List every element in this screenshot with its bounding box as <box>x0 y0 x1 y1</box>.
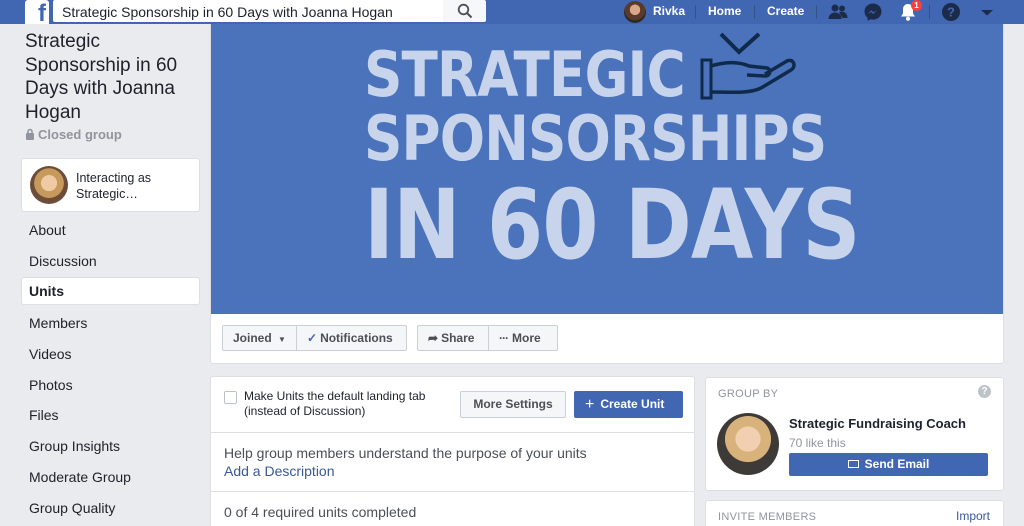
import-link[interactable]: Import <box>956 509 990 523</box>
send-email-button[interactable]: Send Email <box>789 453 988 476</box>
coach-avatar[interactable] <box>717 413 779 475</box>
help-icon[interactable]: ? <box>978 385 991 398</box>
caret-down-icon: ▼ <box>278 335 286 344</box>
more-settings-button[interactable]: More Settings <box>460 391 566 418</box>
lock-icon <box>26 128 34 140</box>
sidebar-item-discussion[interactable]: Discussion <box>21 247 200 275</box>
default-landing-tab-checkbox[interactable] <box>224 391 237 404</box>
sidebar-item-members[interactable]: Members <box>21 309 200 337</box>
cover-text-line: IN 60 DAYS <box>364 169 860 281</box>
divider <box>211 432 694 433</box>
page-avatar <box>30 166 68 204</box>
interacting-as-switcher[interactable]: Interacting as Strategic… <box>21 158 200 212</box>
units-panel: Make Units the default landing tab (inst… <box>210 376 695 526</box>
sidebar-item-photos[interactable]: Photos <box>21 371 200 399</box>
privacy-label: Closed group <box>25 127 122 142</box>
units-help-text: Help group members understand the purpos… <box>224 445 587 461</box>
divider <box>929 5 930 19</box>
svg-text:?: ? <box>947 5 955 20</box>
more-button[interactable]: ··· More <box>488 325 558 351</box>
units-progress-text: 0 of 4 required units completed <box>224 504 417 520</box>
ellipsis-icon: ··· <box>499 331 509 345</box>
envelope-icon <box>847 460 859 468</box>
chevron-down-icon[interactable] <box>977 2 997 22</box>
home-link[interactable]: Home <box>708 4 741 18</box>
profile-link[interactable]: Rivka <box>653 4 685 18</box>
hand-coin-icon <box>700 32 796 100</box>
divider <box>816 5 817 19</box>
cover-text-line: SPONSORSHIPS <box>364 102 827 175</box>
group-by-panel: GROUP BY ? Strategic Fundraising Coach 7… <box>705 377 1004 491</box>
sidebar-item-group-insights[interactable]: Group Insights <box>21 432 200 460</box>
create-unit-button[interactable]: + Create Unit <box>574 391 683 418</box>
notification-badge: 1 <box>911 0 922 11</box>
group-by-heading: GROUP BY <box>718 388 779 400</box>
interacting-as-label: Interacting as Strategic… <box>76 171 152 201</box>
messenger-icon[interactable] <box>863 2 883 22</box>
sidebar-item-about[interactable]: About <box>21 216 200 244</box>
group-header-card: STRATEGIC SPONSORSHIPS IN 60 DAYS Joined… <box>210 24 1004 364</box>
add-description-link[interactable]: Add a Description <box>224 463 335 479</box>
divider <box>754 5 755 19</box>
divider <box>695 5 696 19</box>
joined-button[interactable]: Joined ▼ <box>222 325 297 351</box>
search-icon <box>457 3 473 19</box>
user-avatar[interactable] <box>624 1 646 23</box>
cover-photo[interactable]: STRATEGIC SPONSORSHIPS IN 60 DAYS <box>211 24 1003 314</box>
search-button[interactable] <box>443 0 486 22</box>
friend-requests-icon[interactable] <box>828 2 848 22</box>
page-name-link[interactable]: Strategic Fundraising Coach <box>789 416 966 431</box>
share-button[interactable]: ➦ Share <box>417 325 489 351</box>
sidebar-item-files[interactable]: Files <box>21 401 200 429</box>
check-icon: ✓ <box>307 331 318 345</box>
invite-members-heading: INVITE MEMBERS <box>718 511 817 523</box>
create-link[interactable]: Create <box>767 4 804 18</box>
divider <box>211 491 694 492</box>
notifications-button[interactable]: ✓ Notifications <box>296 325 407 351</box>
search-input[interactable]: Strategic Sponsorship in 60 Days with Jo… <box>53 0 443 22</box>
share-arrow-icon: ➦ <box>428 331 439 345</box>
checkbox-label[interactable]: Make Units the default landing tab (inst… <box>244 389 454 419</box>
facebook-logo-icon[interactable]: f <box>25 0 49 26</box>
sidebar-item-videos[interactable]: Videos <box>21 340 200 368</box>
sidebar-item-group-quality[interactable]: Group Quality <box>21 494 200 522</box>
sidebar-item-moderate-group[interactable]: Moderate Group <box>21 463 200 491</box>
cover-text-line: STRATEGIC <box>364 38 686 111</box>
group-title[interactable]: Strategic Sponsorship in 60 Days with Jo… <box>25 30 200 124</box>
top-navigation-bar: f Strategic Sponsorship in 60 Days with … <box>0 0 1024 26</box>
page-likes-count: 70 like this <box>789 436 846 450</box>
invite-members-panel: INVITE MEMBERS Import <box>705 500 1004 526</box>
plus-icon: + <box>585 396 595 413</box>
sidebar-item-units[interactable]: Units <box>21 277 200 305</box>
help-icon[interactable]: ? <box>941 2 961 22</box>
